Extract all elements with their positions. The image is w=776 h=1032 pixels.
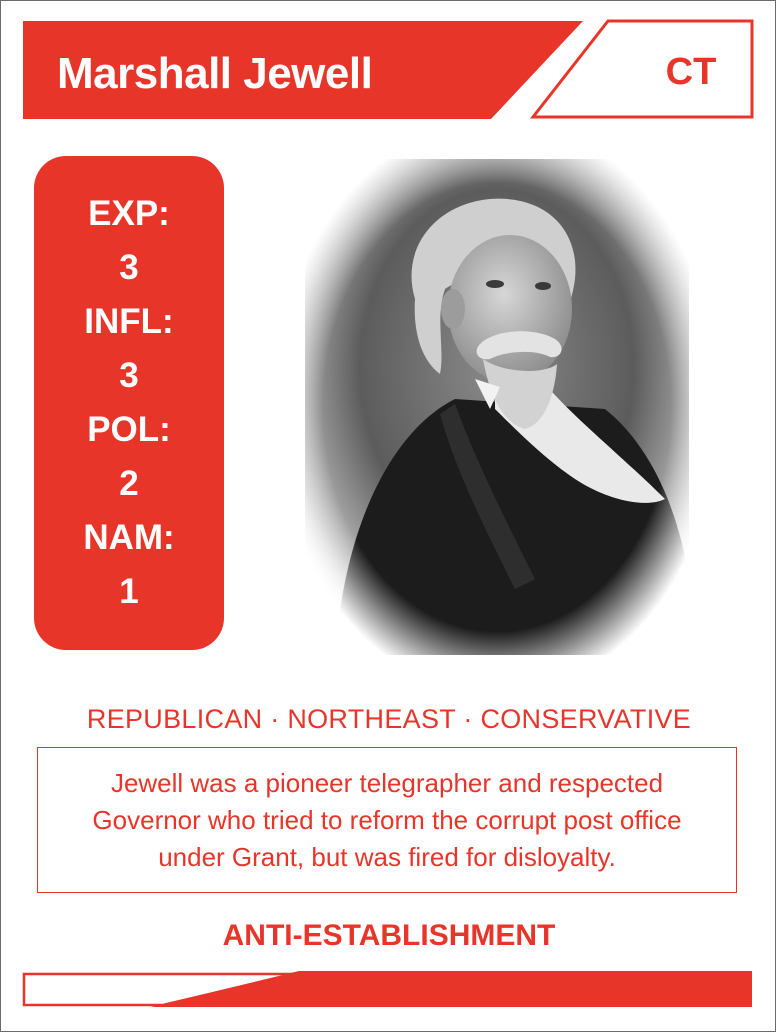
stat-pol-value: 2 <box>119 464 139 503</box>
stat-exp-label: EXP: <box>88 194 170 233</box>
description-box: Jewell was a pioneer telegrapher and res… <box>37 747 737 893</box>
card-name: Marshall Jewell <box>57 49 373 98</box>
trait-label: ANTI-ESTABLISHMENT <box>222 919 556 952</box>
stat-infl-label: INFL: <box>84 302 174 341</box>
stat-nam-value: 1 <box>119 572 139 611</box>
footer-filled-shape <box>151 971 752 1007</box>
politician-card: Marshall Jewell CT EXP: 3 INFL: 3 POL: 2… <box>0 0 776 1032</box>
stats-panel: EXP: 3 INFL: 3 POL: 2 NAM: 1 <box>34 156 224 650</box>
description-text: Jewell was a pioneer telegrapher and res… <box>92 767 682 872</box>
stat-infl-value: 3 <box>119 356 139 395</box>
portrait-photo <box>305 159 689 655</box>
stat-exp-value: 3 <box>119 248 139 287</box>
footer-banner <box>22 971 752 1007</box>
affiliation-tags: REPUBLICAN · NORTHEAST · CONSERVATIVE <box>86 704 692 734</box>
stat-pol-label: POL: <box>87 410 171 449</box>
stat-nam-label: NAM: <box>83 518 175 557</box>
state-code: CT <box>665 51 717 93</box>
